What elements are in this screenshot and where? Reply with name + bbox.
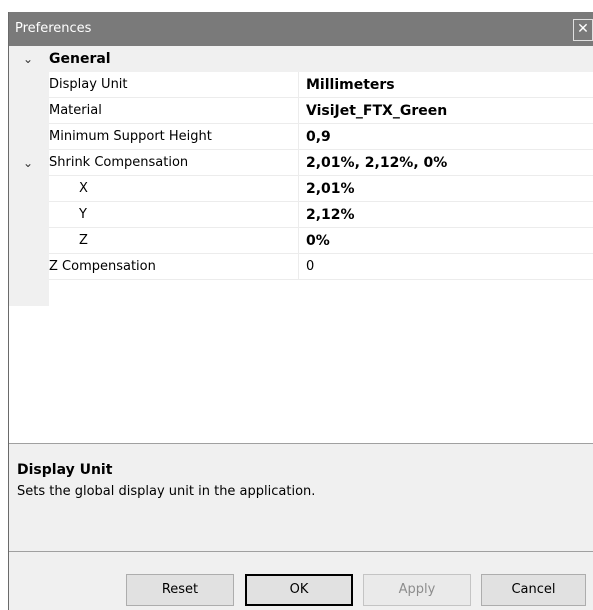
property-row-minimum-support-height[interactable]: Minimum Support Height 0,9 — [9, 124, 593, 150]
dialog-title: Preferences — [15, 21, 92, 36]
description-panel: Display Unit Sets the global display uni… — [9, 444, 593, 552]
property-value[interactable]: 0 — [299, 254, 593, 280]
property-value[interactable]: 0,9 — [299, 124, 593, 150]
property-row-x[interactable]: X 2,01% — [9, 176, 593, 202]
chevron-down-icon[interactable]: ⌄ — [23, 150, 37, 176]
property-name: Y — [49, 202, 299, 228]
property-name: Shrink Compensation — [49, 150, 299, 176]
property-name: Z — [49, 228, 299, 254]
property-grid: ⌄ General Display Unit Millimeters Mater… — [9, 46, 593, 444]
property-row-display-unit[interactable]: Display Unit Millimeters — [9, 72, 593, 98]
property-value[interactable]: 2,01%, 2,12%, 0% — [299, 150, 593, 176]
property-row-z-compensation[interactable]: Z Compensation 0 — [9, 254, 593, 280]
title-bar: Preferences ✕ — [9, 12, 593, 46]
property-row-z[interactable]: Z 0% — [9, 228, 593, 254]
description-title: Display Unit — [17, 462, 113, 478]
property-value[interactable]: VisiJet_FTX_Green — [299, 98, 593, 124]
ok-button[interactable]: OK — [245, 574, 353, 606]
property-name: Z Compensation — [49, 254, 299, 280]
category-label: General — [49, 51, 111, 67]
chevron-down-icon[interactable]: ⌄ — [23, 46, 37, 72]
property-value[interactable]: 0% — [299, 228, 593, 254]
property-value[interactable]: Millimeters — [299, 72, 593, 98]
close-icon[interactable]: ✕ — [573, 19, 593, 41]
property-name: X — [49, 176, 299, 202]
property-value[interactable]: 2,01% — [299, 176, 593, 202]
preferences-dialog: Preferences ✕ ⌄ General Display Unit Mil… — [8, 12, 593, 610]
property-row-shrink-compensation[interactable]: ⌄ Shrink Compensation 2,01%, 2,12%, 0% — [9, 150, 593, 176]
property-row-y[interactable]: Y 2,12% — [9, 202, 593, 228]
category-general[interactable]: ⌄ General — [9, 46, 593, 72]
property-name: Minimum Support Height — [49, 124, 299, 150]
apply-button[interactable]: Apply — [363, 574, 471, 606]
background-strip — [0, 0, 593, 12]
description-text: Sets the global display unit in the appl… — [17, 484, 316, 499]
property-name: Display Unit — [49, 72, 299, 98]
property-name: Material — [49, 98, 299, 124]
property-row-material[interactable]: Material VisiJet_FTX_Green — [9, 98, 593, 124]
cancel-button[interactable]: Cancel — [481, 574, 586, 606]
reset-button[interactable]: Reset — [126, 574, 234, 606]
property-value[interactable]: 2,12% — [299, 202, 593, 228]
